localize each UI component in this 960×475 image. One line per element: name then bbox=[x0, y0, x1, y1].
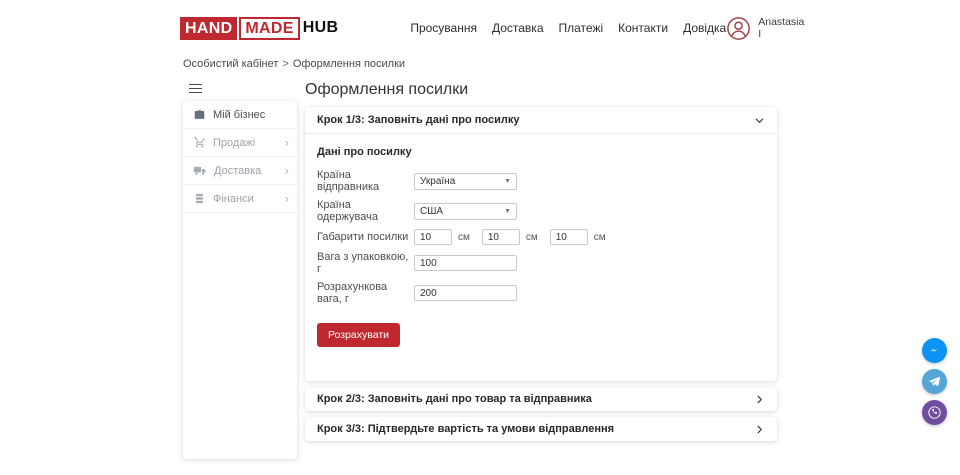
step3-accordion-header[interactable]: Крок 3/3: Підтвердьте вартість та умови … bbox=[305, 417, 777, 441]
breadcrumb: Особистий кабінет > Оформлення посилки bbox=[0, 56, 960, 77]
coins-icon bbox=[193, 192, 206, 205]
nav-item-delivery[interactable]: Доставка bbox=[492, 21, 544, 35]
page-title: Оформлення посилки bbox=[305, 81, 777, 99]
dimension-unit: см bbox=[526, 232, 538, 243]
parcel-data-section-title: Дані про посилку bbox=[317, 146, 765, 158]
sender-country-row: Країна відправника Україна ▼ bbox=[317, 169, 765, 193]
breadcrumb-separator: > bbox=[282, 58, 288, 70]
logo-hub: HUB bbox=[303, 20, 339, 36]
receiver-country-value: США bbox=[420, 206, 443, 217]
briefcase-icon bbox=[193, 108, 206, 121]
header: HAND MADE HUB Просування Доставка Платеж… bbox=[0, 0, 960, 56]
sidebar-item-label: Мій бізнес bbox=[213, 109, 265, 121]
dimension-height-input[interactable] bbox=[550, 229, 588, 245]
sender-country-select[interactable]: Україна ▼ bbox=[414, 173, 517, 190]
messenger-button[interactable] bbox=[922, 338, 947, 363]
sidebar: Мій бізнес Продажі › Доставка › bbox=[183, 81, 297, 459]
user-name: Anastasia I bbox=[758, 16, 804, 40]
chevron-right-icon: › bbox=[285, 136, 289, 149]
logo[interactable]: HAND MADE HUB bbox=[180, 17, 338, 40]
breadcrumb-root[interactable]: Особистий кабінет bbox=[183, 58, 278, 70]
chevron-right-icon bbox=[754, 424, 765, 435]
hamburger-menu-icon[interactable] bbox=[189, 84, 202, 94]
sidebar-panel: Мій бізнес Продажі › Доставка › bbox=[183, 101, 297, 459]
sidebar-item-sales[interactable]: Продажі › bbox=[183, 129, 297, 157]
step2-card: Крок 2/3: Заповніть дані про товар та ві… bbox=[305, 387, 777, 411]
dimension-length-input[interactable] bbox=[414, 229, 452, 245]
step3-title: Крок 3/3: Підтвердьте вартість та умови … bbox=[317, 423, 614, 435]
dimension-unit: см bbox=[594, 232, 606, 243]
calc-weight-row: Розрахункова вага, г bbox=[317, 281, 765, 305]
floating-social-buttons bbox=[922, 338, 947, 425]
receiver-country-select[interactable]: США ▼ bbox=[414, 203, 517, 220]
calculate-button[interactable]: Розрахувати bbox=[317, 323, 400, 347]
user-menu[interactable]: Anastasia I bbox=[726, 16, 804, 41]
truck-icon bbox=[193, 164, 207, 178]
step2-accordion-header[interactable]: Крок 2/3: Заповніть дані про товар та ві… bbox=[305, 387, 777, 411]
viber-icon bbox=[925, 403, 944, 422]
chevron-right-icon: › bbox=[285, 192, 289, 205]
weight-row: Вага з упаковкою, г bbox=[317, 251, 765, 275]
main-panel: Оформлення посилки Крок 1/3: Заповніть д… bbox=[305, 81, 777, 447]
dimension-width-input[interactable] bbox=[482, 229, 520, 245]
step3-card: Крок 3/3: Підтвердьте вартість та умови … bbox=[305, 417, 777, 441]
breadcrumb-current: Оформлення посилки bbox=[293, 58, 405, 70]
chevron-right-icon bbox=[754, 394, 765, 405]
step1-title: Крок 1/3: Заповніть дані про посилку bbox=[317, 114, 519, 126]
logo-made: MADE bbox=[239, 17, 299, 40]
sender-country-label: Країна відправника bbox=[317, 169, 414, 193]
step1-card: Крок 1/3: Заповніть дані про посилку Дан… bbox=[305, 107, 777, 381]
dimension-unit: см bbox=[458, 232, 470, 243]
logo-hand: HAND bbox=[180, 17, 237, 40]
nav-item-payments[interactable]: Платежі bbox=[559, 21, 604, 35]
step1-body: Дані про посилку Країна відправника Укра… bbox=[305, 133, 777, 381]
telegram-button[interactable] bbox=[922, 369, 947, 394]
chevron-right-icon: › bbox=[285, 164, 289, 177]
avatar-icon bbox=[726, 16, 751, 41]
weight-label: Вага з упаковкою, г bbox=[317, 251, 414, 275]
calc-weight-label: Розрахункова вага, г bbox=[317, 281, 414, 305]
nav-item-help[interactable]: Довідка bbox=[683, 21, 726, 35]
select-arrow-icon: ▼ bbox=[504, 178, 511, 185]
sidebar-item-finance[interactable]: Фінанси › bbox=[183, 185, 297, 213]
receiver-country-row: Країна одержувача США ▼ bbox=[317, 199, 765, 223]
step2-title: Крок 2/3: Заповніть дані про товар та ві… bbox=[317, 393, 592, 405]
chevron-down-icon bbox=[754, 115, 765, 126]
sidebar-item-label: Фінанси bbox=[213, 193, 254, 205]
cart-icon bbox=[193, 136, 206, 149]
select-arrow-icon: ▼ bbox=[504, 208, 511, 215]
calc-weight-input[interactable] bbox=[414, 285, 517, 301]
sidebar-item-my-business[interactable]: Мій бізнес bbox=[183, 101, 297, 129]
viber-button[interactable] bbox=[922, 400, 947, 425]
dimensions-label: Габарити посилки bbox=[317, 231, 414, 243]
receiver-country-label: Країна одержувача bbox=[317, 199, 414, 223]
content-area: Мій бізнес Продажі › Доставка › bbox=[0, 77, 960, 459]
sidebar-item-label: Продажі bbox=[213, 137, 255, 149]
dimensions-row: Габарити посилки см см см bbox=[317, 229, 765, 245]
sidebar-item-label: Доставка bbox=[214, 165, 261, 177]
weight-input[interactable] bbox=[414, 255, 517, 271]
messenger-icon bbox=[927, 343, 942, 358]
step1-accordion-header[interactable]: Крок 1/3: Заповніть дані про посилку bbox=[305, 107, 777, 133]
sender-country-value: Україна bbox=[420, 176, 455, 187]
nav-item-contacts[interactable]: Контакти bbox=[618, 21, 668, 35]
sidebar-item-delivery[interactable]: Доставка › bbox=[183, 157, 297, 185]
telegram-icon bbox=[927, 374, 942, 389]
nav-item-promotion[interactable]: Просування bbox=[410, 21, 477, 35]
main-nav: Просування Доставка Платежі Контакти Дов… bbox=[410, 21, 726, 35]
